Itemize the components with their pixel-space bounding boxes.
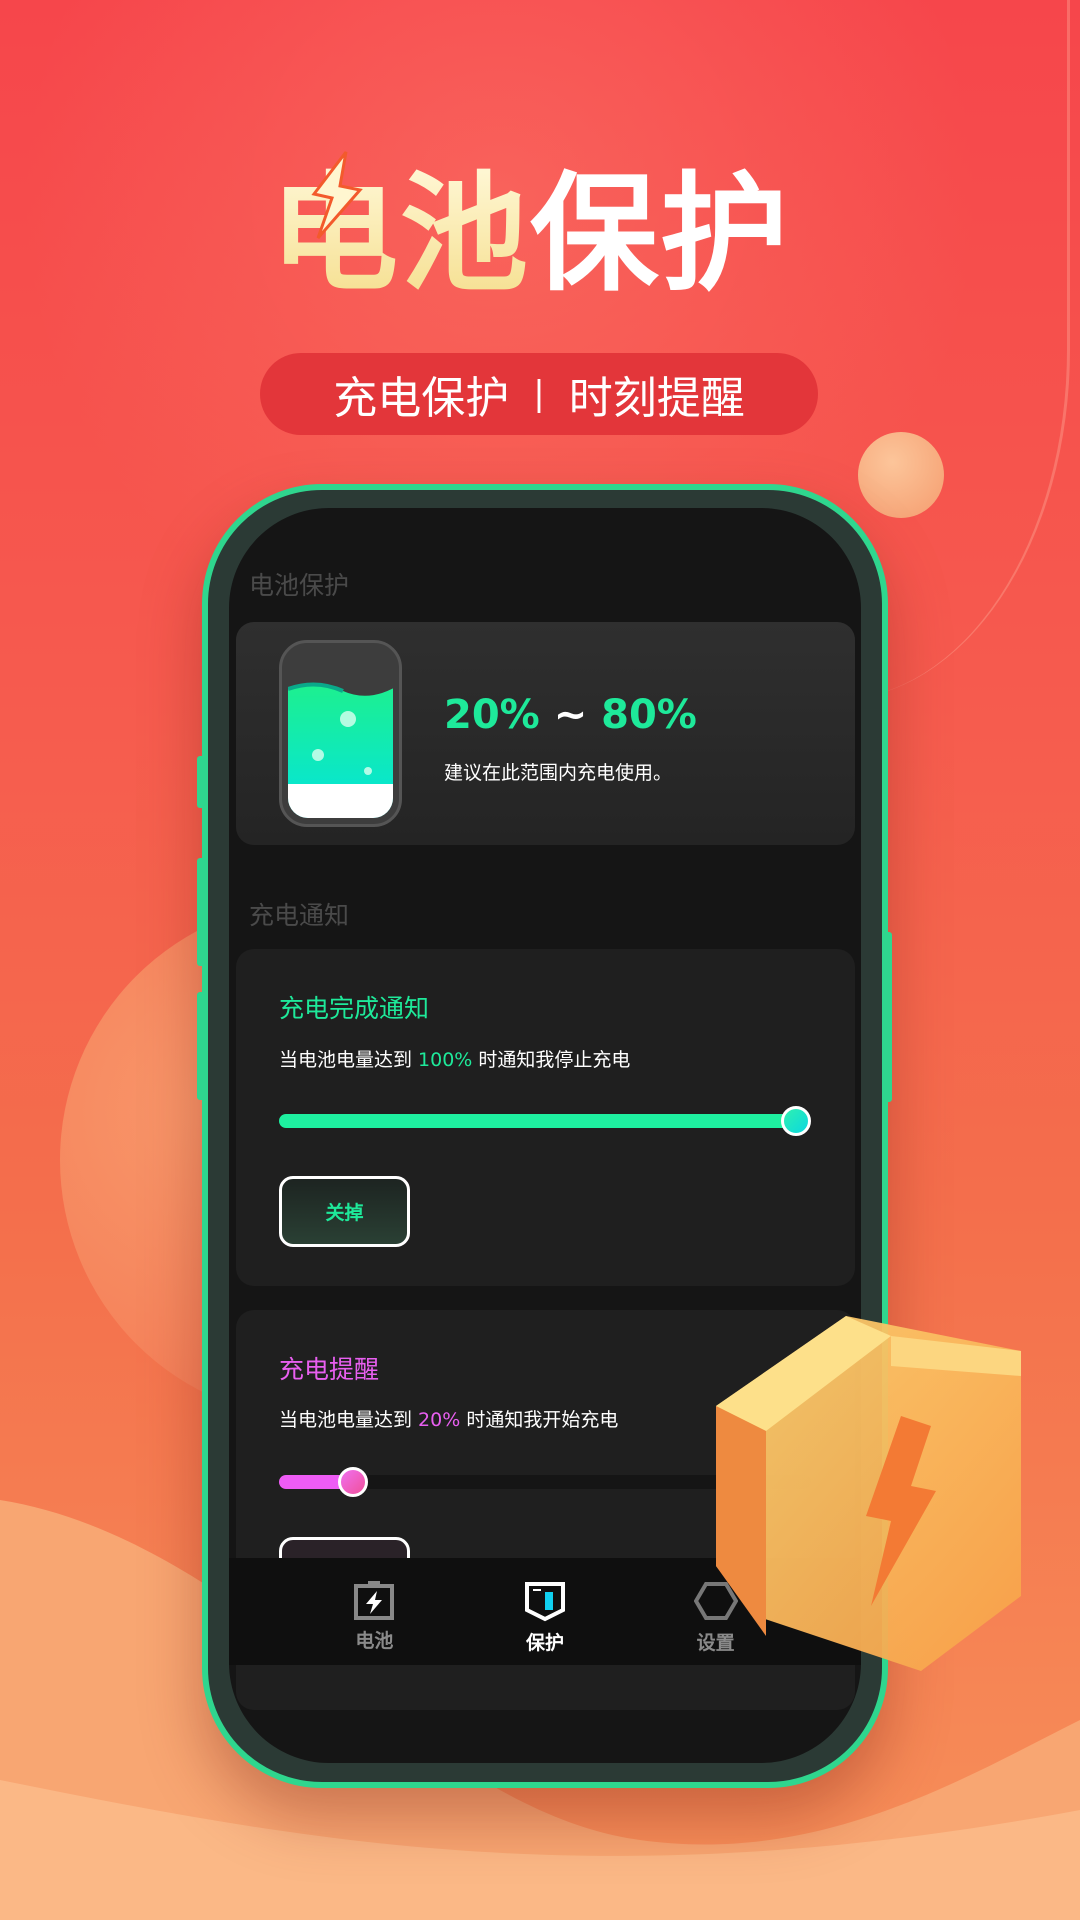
- full-notice-title: 充电完成通知: [279, 994, 430, 1023]
- shield-illustration: [716, 1316, 1021, 1671]
- recommended-range: 20% ~ 80%: [444, 692, 697, 738]
- full-notice-value: 100%: [418, 1049, 473, 1071]
- full-notice-desc: 当电池电量达到 100% 时通知我停止充电: [279, 1049, 631, 1071]
- range-low: 20%: [444, 692, 540, 738]
- tagline-pill: 充电保护 | 时刻提醒: [260, 353, 818, 435]
- reminder-title: 充电提醒: [279, 1355, 380, 1384]
- reminder-desc: 当电池电量达到 20% 时通知我开始充电: [279, 1409, 619, 1431]
- tagline-separator: |: [533, 374, 545, 414]
- hero-title-part2: 保护: [530, 160, 791, 309]
- full-notice-slider[interactable]: [279, 1106, 811, 1136]
- nav-item-protect[interactable]: 保护: [495, 1558, 595, 1665]
- battery-charge-icon: [354, 1581, 395, 1620]
- tagline-right: 时刻提醒: [568, 373, 745, 424]
- decorative-orb: [858, 432, 944, 518]
- battery-illustration: [279, 640, 402, 827]
- phone-side-button: [884, 932, 892, 1102]
- slider-thumb[interactable]: [338, 1467, 369, 1497]
- shield-icon: [524, 1582, 565, 1622]
- full-charge-notice-card: 充电完成通知 当电池电量达到 100% 时通知我停止充电 关掉: [236, 949, 855, 1286]
- phone-side-button: [197, 858, 205, 966]
- range-high: 80%: [601, 692, 697, 738]
- lightning-icon: [311, 151, 363, 239]
- section-label-notify: 充电通知: [249, 901, 350, 930]
- range-hint: 建议在此范围内充电使用。: [444, 762, 673, 784]
- slider-thumb[interactable]: [781, 1106, 811, 1136]
- phone-side-button: [197, 756, 205, 808]
- battery-range-card: 20% ~ 80% 建议在此范围内充电使用。: [236, 622, 855, 845]
- turn-off-button[interactable]: 关掉: [279, 1176, 410, 1247]
- section-label-battery: 电池保护: [249, 571, 350, 600]
- nav-item-battery[interactable]: 电池: [324, 1558, 424, 1665]
- range-separator: ~: [553, 692, 588, 738]
- phone-side-button: [197, 992, 205, 1100]
- reminder-value: 20%: [418, 1409, 461, 1431]
- tagline-left: 充电保护: [333, 373, 510, 424]
